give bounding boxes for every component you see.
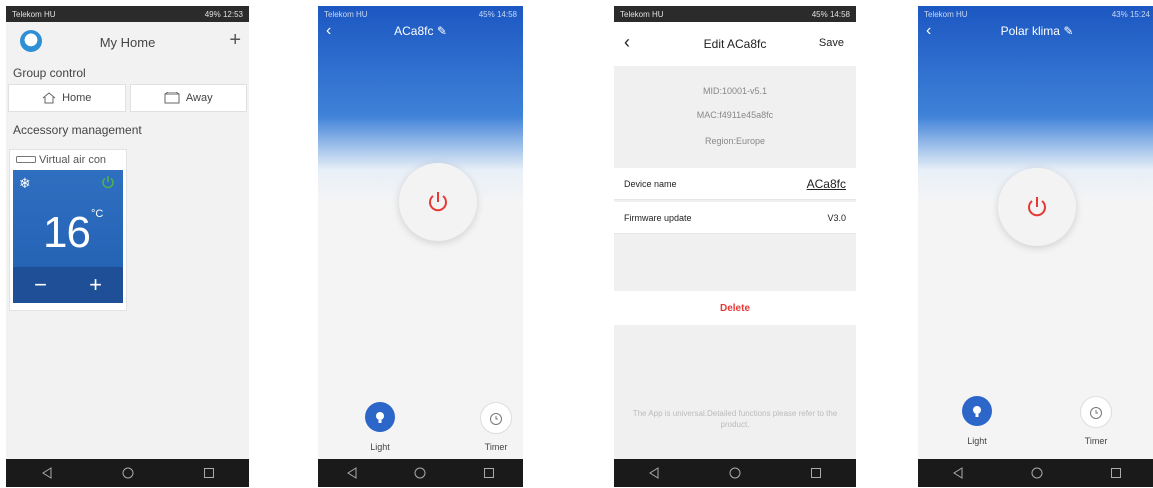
delete-button[interactable]: Delete bbox=[614, 291, 856, 325]
recents-nav-icon[interactable] bbox=[1106, 463, 1126, 483]
home-nav-icon[interactable] bbox=[1027, 463, 1047, 483]
device-card[interactable]: Virtual air con ❄ 16 °C − + bbox=[9, 149, 127, 311]
mid-text: MID:10001-v5.1 bbox=[702, 86, 768, 96]
carrier-label: Telekom HU bbox=[924, 9, 968, 19]
status-right: 43% 15:24 bbox=[1111, 9, 1150, 19]
home-nav-icon[interactable] bbox=[118, 463, 138, 483]
bulb-icon bbox=[376, 412, 384, 423]
recents-nav-icon[interactable] bbox=[479, 463, 499, 483]
device-title[interactable]: ACa8fc ✎ bbox=[318, 24, 523, 38]
light-label: Light bbox=[370, 442, 390, 452]
home-button[interactable]: Home bbox=[8, 84, 126, 112]
home-screen: Telekom HU 49% 12:53 My Home + Group con… bbox=[6, 6, 249, 487]
nav-bar bbox=[918, 459, 1153, 487]
air-conditioner-icon bbox=[16, 156, 36, 163]
door-icon bbox=[164, 92, 180, 104]
firmware-label: Firmware update bbox=[624, 212, 692, 223]
power-icon[interactable] bbox=[101, 175, 115, 189]
device-name-label: Device name bbox=[624, 178, 677, 189]
timer-button[interactable] bbox=[480, 402, 512, 434]
firmware-row[interactable]: Firmware update V3.0 bbox=[614, 202, 856, 234]
nav-bar bbox=[614, 459, 856, 487]
device-control-screen: Telekom HU 43% 15:24 ‹ Polar klima ✎ Lig… bbox=[918, 6, 1153, 487]
device-name: Virtual air con bbox=[39, 154, 107, 166]
status-bar: Telekom HU 45% 14:58 bbox=[318, 6, 523, 22]
footer-note: The App is universal.Detailed functions … bbox=[632, 409, 838, 429]
temperature-unit: °C bbox=[91, 208, 104, 220]
ac-panel: ❄ 16 °C bbox=[13, 170, 123, 267]
group-control-heading: Group control bbox=[13, 66, 86, 80]
firmware-version: V3.0 bbox=[827, 212, 846, 223]
snowflake-icon: ❄ bbox=[19, 175, 31, 191]
power-icon bbox=[429, 192, 447, 212]
device-name-field[interactable]: ACa8fc bbox=[807, 177, 846, 191]
edit-pencil-icon[interactable]: ✎ bbox=[1063, 24, 1073, 38]
light-label: Light bbox=[967, 436, 987, 446]
save-button[interactable]: Save bbox=[819, 37, 844, 49]
timer-button[interactable] bbox=[1080, 396, 1112, 428]
device-title-text: ACa8fc bbox=[394, 24, 434, 38]
back-nav-icon[interactable] bbox=[37, 463, 57, 483]
back-nav-icon[interactable] bbox=[644, 463, 664, 483]
carrier-label: Telekom HU bbox=[12, 9, 56, 19]
home-nav-icon[interactable] bbox=[410, 463, 430, 483]
bulb-icon bbox=[973, 406, 981, 417]
status-right: 45% 14:58 bbox=[478, 9, 517, 19]
decrease-button[interactable]: − bbox=[34, 272, 47, 298]
light-button[interactable] bbox=[962, 396, 992, 426]
timer-label: Timer bbox=[484, 442, 508, 452]
away-button[interactable]: Away bbox=[129, 84, 247, 112]
group-control-row: Home Away bbox=[8, 84, 247, 112]
alarm-clock-icon bbox=[1090, 407, 1102, 419]
edit-header: ‹ Edit ACa8fc Save bbox=[614, 22, 856, 66]
home-nav-icon[interactable] bbox=[725, 463, 745, 483]
status-bar: Telekom HU 45% 14:58 bbox=[614, 6, 856, 22]
power-button[interactable] bbox=[998, 168, 1076, 246]
timer-label: Timer bbox=[1084, 436, 1108, 446]
house-icon bbox=[42, 92, 56, 104]
status-bar: Telekom HU 49% 12:53 bbox=[6, 6, 249, 22]
back-nav-icon[interactable] bbox=[342, 463, 362, 483]
device-title[interactable]: Polar klima ✎ bbox=[918, 24, 1153, 38]
light-button[interactable] bbox=[365, 402, 395, 432]
device-name-row[interactable]: Device name ACa8fc bbox=[614, 168, 856, 200]
nav-bar bbox=[318, 459, 523, 487]
device-title: Virtual air con bbox=[16, 154, 106, 166]
alarm-clock-icon bbox=[490, 413, 502, 425]
edit-device-screen: Telekom HU 45% 14:58 ‹ Edit ACa8fc Save … bbox=[614, 6, 856, 487]
temperature-value: 16 bbox=[43, 208, 91, 257]
power-icon bbox=[1028, 197, 1046, 217]
add-device-button[interactable]: + bbox=[229, 30, 241, 50]
power-button[interactable] bbox=[399, 163, 477, 241]
device-title-text: Polar klima bbox=[1000, 24, 1060, 38]
home-label: Home bbox=[62, 92, 92, 104]
recents-nav-icon[interactable] bbox=[199, 463, 219, 483]
mac-text: MAC:f4911e45a8fc bbox=[696, 110, 774, 120]
edit-pencil-icon[interactable]: ✎ bbox=[437, 24, 447, 38]
temperature-controls: − + bbox=[13, 267, 123, 303]
status-bar: Telekom HU 43% 15:24 bbox=[918, 6, 1153, 22]
recents-nav-icon[interactable] bbox=[806, 463, 826, 483]
back-nav-icon[interactable] bbox=[948, 463, 968, 483]
status-right: 49% 12:53 bbox=[204, 9, 243, 19]
away-label: Away bbox=[185, 92, 213, 104]
device-control-screen: Telekom HU 45% 14:58 ‹ ACa8fc ✎ Light Ti… bbox=[318, 6, 523, 487]
status-right: 45% 14:58 bbox=[811, 9, 850, 19]
region-text: Region:Europe bbox=[704, 136, 766, 146]
carrier-label: Telekom HU bbox=[620, 9, 664, 19]
page-title: My Home bbox=[99, 34, 156, 50]
carrier-label: Telekom HU bbox=[324, 9, 368, 19]
nav-bar bbox=[6, 459, 249, 487]
accessory-heading: Accessory management bbox=[13, 123, 142, 137]
home-header: My Home + bbox=[6, 22, 249, 62]
increase-button[interactable]: + bbox=[89, 272, 102, 298]
